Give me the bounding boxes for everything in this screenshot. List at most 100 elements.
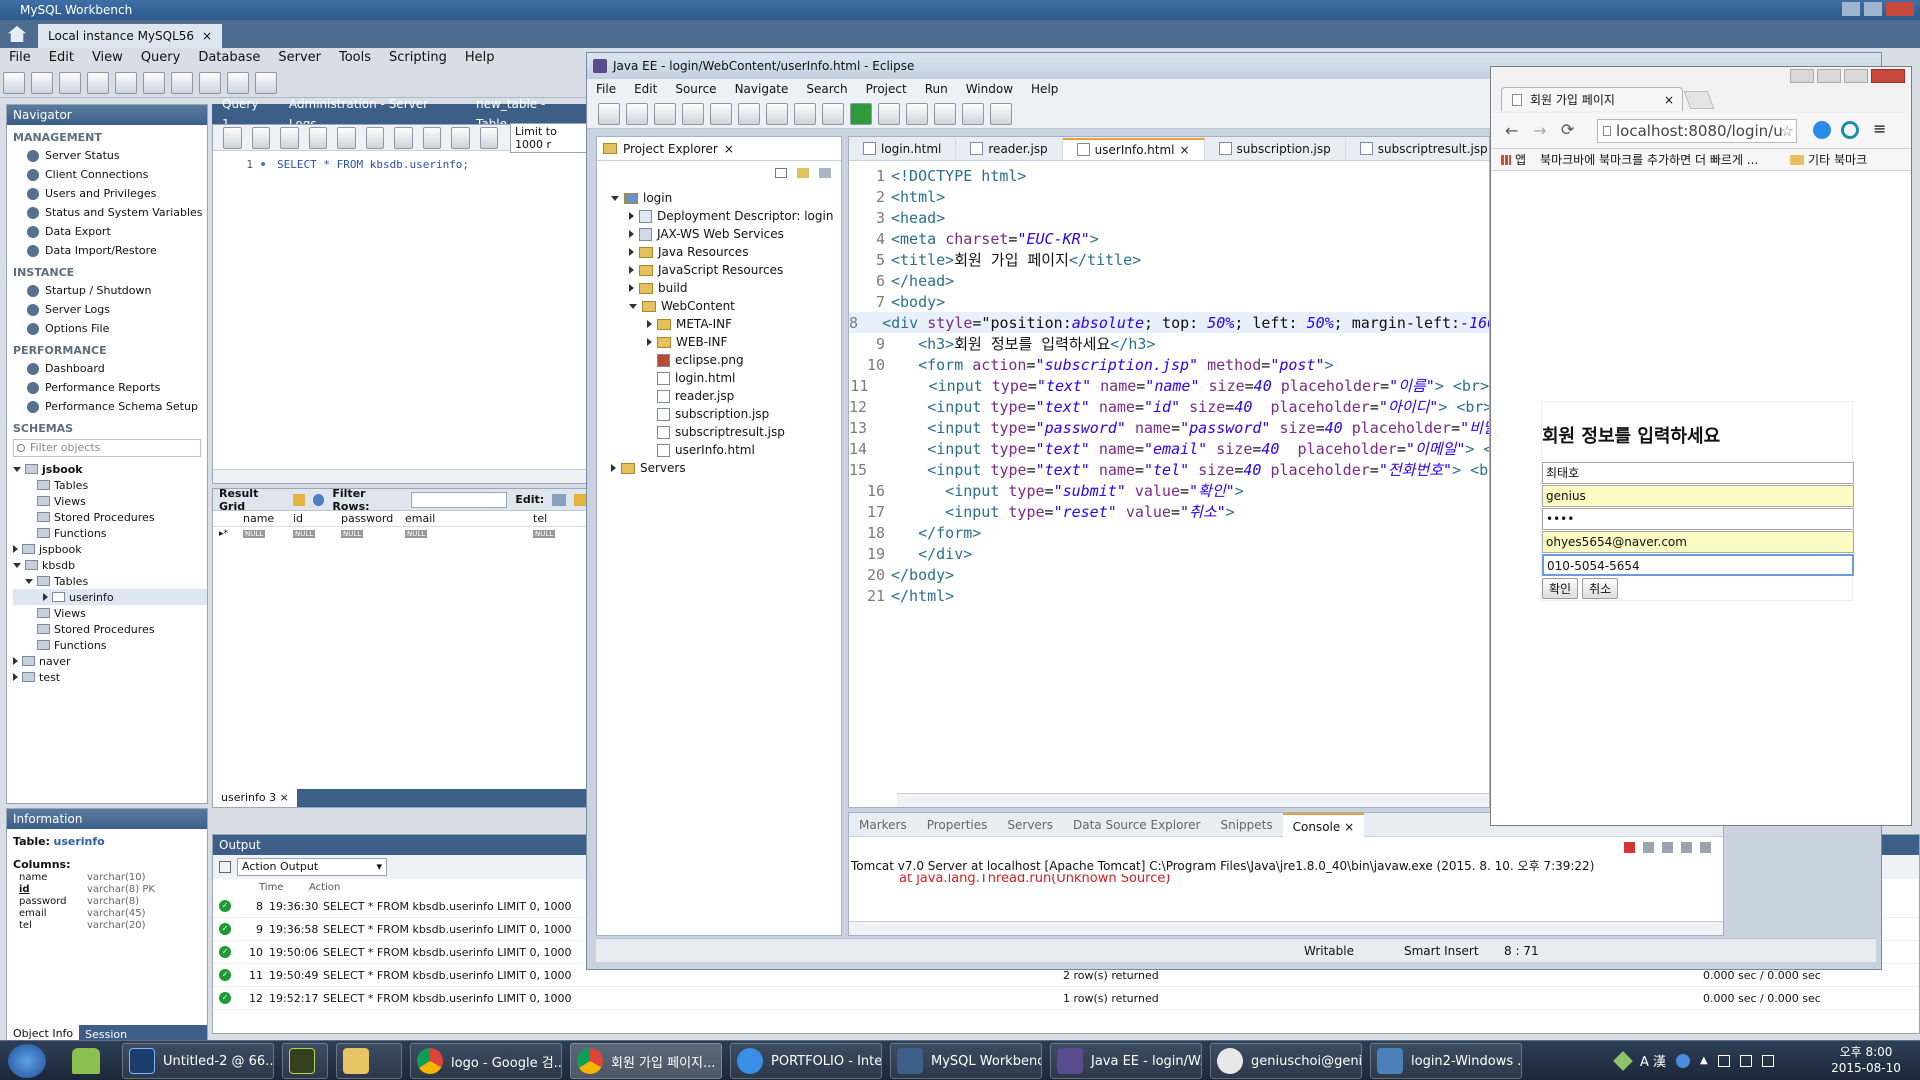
reload-icon[interactable]: ⟳ (1561, 120, 1574, 139)
inspector-icon[interactable] (59, 71, 81, 94)
network-icon[interactable] (1739, 1054, 1752, 1067)
editor-tab-reader-jsp[interactable]: reader.jsp (956, 137, 1063, 160)
grid-header-id[interactable]: id (293, 512, 341, 525)
nav-users-privileges[interactable]: Users and Privileges (7, 184, 207, 203)
tree-file[interactable]: userInfo.html (611, 441, 841, 459)
chevron-right-icon[interactable] (43, 593, 48, 601)
tree-item[interactable]: Stored Procedures (13, 509, 207, 525)
grid-icon[interactable] (293, 493, 305, 506)
code-line[interactable]: 4 <meta charset = "EUC-KR" > (849, 228, 1489, 249)
new-icon[interactable] (598, 102, 620, 125)
create-schema-icon[interactable] (87, 71, 109, 94)
tel-input[interactable]: 010-5054-5654 (1542, 554, 1854, 576)
code-line[interactable]: 20 </body> (849, 564, 1489, 585)
taskbar-item-chrome-signup[interactable]: 회원 가입 페이지... (570, 1043, 722, 1079)
chevron-right-icon[interactable] (13, 657, 18, 665)
id-input[interactable]: genius (1542, 485, 1854, 507)
view-menu-icon[interactable] (819, 168, 831, 178)
schema-jsbook[interactable]: jsbook (13, 461, 207, 477)
back-icon[interactable] (962, 102, 984, 125)
nav-data-import[interactable]: Data Import/Restore (7, 241, 207, 260)
grid-header-tel[interactable]: tel (533, 512, 573, 525)
tree-item[interactable]: Tables (13, 477, 207, 493)
chevron-down-icon[interactable] (13, 562, 21, 568)
copy-icon[interactable] (219, 861, 231, 873)
grid-header-email[interactable]: email (405, 512, 533, 525)
null-cell[interactable]: NULL (405, 530, 428, 538)
menu-server[interactable]: Server (269, 48, 330, 68)
tree-file[interactable]: reader.jsp (611, 387, 841, 405)
rollback-icon[interactable] (451, 126, 470, 149)
menu-icon[interactable]: ≡ (1873, 119, 1886, 138)
limit-select[interactable]: Limit to 1000 r (510, 122, 588, 153)
schema-naver[interactable]: naver (13, 653, 207, 669)
tab-session[interactable]: Session (79, 1028, 133, 1041)
null-cell[interactable]: NULL (533, 530, 556, 538)
output-type-select[interactable]: Action Output ▾ (237, 858, 387, 876)
code-line[interactable]: 8 <div style ="position: absolute; top: 50… (849, 312, 1489, 333)
code-line[interactable]: 5 <title> 회원 가입 페이지 </title> (849, 249, 1489, 270)
tree-item[interactable]: Views (13, 605, 207, 621)
code-line[interactable]: 7 <body> (849, 291, 1489, 312)
remove-launch-icon[interactable] (1643, 841, 1654, 853)
search-icon[interactable] (934, 102, 956, 125)
tree-item-webcontent[interactable]: WebContent (611, 297, 841, 315)
pin-console-icon[interactable] (1700, 841, 1711, 853)
open-sql-icon[interactable] (31, 71, 53, 94)
run-icon[interactable] (850, 102, 872, 125)
create-function-icon[interactable] (199, 71, 221, 94)
chevron-right-icon[interactable] (629, 284, 634, 292)
horizontal-scrollbar[interactable] (849, 921, 1723, 935)
close-icon[interactable] (1886, 2, 1914, 16)
tree-item[interactable]: build (611, 279, 841, 297)
sql-query-text[interactable]: SELECT * FROM kbsdb.userinfo; (277, 158, 469, 171)
maximize-icon[interactable] (1844, 69, 1868, 83)
code-line[interactable]: 13 <input type = "password" name = "password… (849, 417, 1489, 438)
code-line[interactable]: 17 <input type = "reset" value = "취소" > (849, 501, 1489, 522)
taskbar-item-workbench[interactable]: MySQL Workbench (890, 1043, 1042, 1079)
commit-icon[interactable] (422, 126, 441, 149)
menu-edit[interactable]: Edit (625, 79, 666, 99)
chevron-right-icon[interactable] (629, 248, 634, 256)
bookmark-star-icon[interactable]: ☆ (1781, 120, 1794, 142)
schema-test[interactable]: test (13, 669, 207, 685)
code-line[interactable]: 21 </html> (849, 585, 1489, 606)
save-icon[interactable] (251, 126, 270, 149)
autocommit-icon[interactable] (479, 126, 498, 149)
apps-icon[interactable] (1501, 154, 1511, 165)
code-line[interactable]: 3 <head> (849, 207, 1489, 228)
stop-icon[interactable] (365, 126, 384, 149)
menu-view[interactable]: View (83, 48, 132, 68)
tab-local-instance[interactable]: Local instance MySQL56 × (38, 24, 223, 48)
editor-tab-subscriptresult-jsp[interactable]: subscriptresult.jsp (1346, 137, 1503, 160)
nav-options-file[interactable]: Options File (7, 319, 207, 338)
volume-icon[interactable] (1761, 1054, 1774, 1067)
chevron-right-icon[interactable] (629, 230, 634, 238)
reconnect-icon[interactable] (255, 71, 277, 94)
execute-statement-icon[interactable] (308, 126, 327, 149)
extension-icon[interactable] (1841, 121, 1859, 139)
password-input[interactable]: •••• (1542, 508, 1854, 530)
flag-icon[interactable] (1717, 1054, 1730, 1067)
chevron-right-icon[interactable] (13, 545, 18, 553)
tab-console[interactable]: Console × (1282, 812, 1365, 837)
reset-button[interactable]: 취소 (1582, 578, 1619, 599)
sql-line[interactable]: 1 SELECT * FROM kbsdb.userinfo; (213, 155, 587, 173)
taskbar-item-explorer[interactable] (336, 1043, 402, 1079)
menu-help[interactable]: Help (1022, 79, 1067, 99)
download-extension-icon[interactable] (1813, 121, 1831, 139)
save-all-icon[interactable] (654, 102, 676, 125)
print-icon[interactable] (682, 102, 704, 125)
back-icon[interactable]: ← (1505, 121, 1518, 140)
external-tools-icon[interactable] (878, 102, 900, 125)
open-type-icon[interactable] (906, 102, 928, 125)
new-tab-button[interactable] (1683, 91, 1715, 109)
taskbar-item-photoshop[interactable]: Untitled-2 @ 66... (122, 1043, 274, 1079)
null-cell[interactable]: NULL (293, 530, 316, 538)
menu-project[interactable]: Project (857, 79, 916, 99)
tab-userinfo-3[interactable]: userinfo 3 × (213, 789, 297, 807)
create-procedure-icon[interactable] (171, 71, 193, 94)
output-row[interactable]: ✓ 12 19:52:17 SELECT * FROM kbsdb.userinfo … (213, 987, 1919, 1010)
tab-markers[interactable]: Markers (849, 818, 917, 832)
edit-row-icon[interactable] (552, 493, 566, 506)
